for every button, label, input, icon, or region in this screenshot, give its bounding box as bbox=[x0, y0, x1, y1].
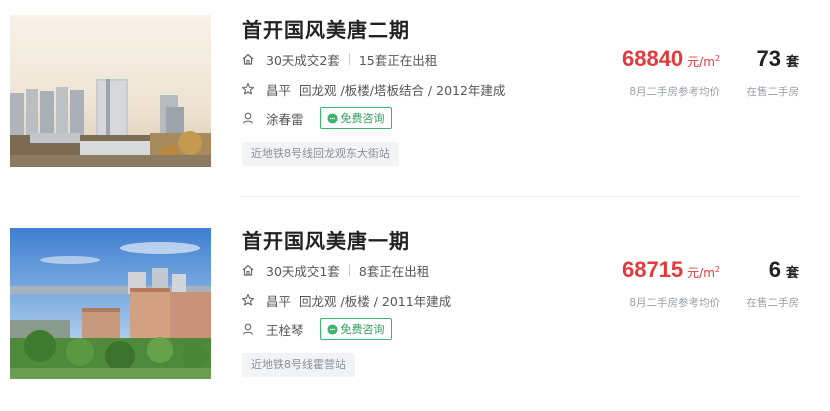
on-sale-count[interactable]: 6 套 bbox=[769, 257, 799, 283]
price-value: 68715 bbox=[621, 257, 684, 282]
average-price: 68840 元/m2 bbox=[622, 46, 720, 72]
count-value: 73 bbox=[756, 46, 781, 71]
count-unit: 套 bbox=[785, 266, 799, 281]
house-icon bbox=[241, 263, 255, 277]
separator bbox=[348, 264, 350, 276]
count-note: 在售二手房 bbox=[746, 86, 800, 98]
district-link[interactable]: 昌平 bbox=[266, 291, 291, 310]
on-sale-count[interactable]: 73 套 bbox=[757, 46, 800, 72]
consult-label: 免费咨询 bbox=[340, 112, 385, 125]
district-link[interactable]: 昌平 bbox=[266, 80, 291, 99]
agent-row: 涂春雷 免费咨询 bbox=[241, 107, 392, 129]
agent-row: 王栓琴 免费咨询 bbox=[241, 318, 392, 340]
price-note: 8月二手房参考均价 bbox=[629, 297, 720, 309]
divider bbox=[240, 196, 800, 197]
agent-name[interactable]: 涂春雷 bbox=[266, 109, 304, 128]
price-value: 68840 bbox=[621, 46, 684, 71]
free-consult-button[interactable]: 免费咨询 bbox=[319, 318, 392, 340]
star-icon bbox=[241, 293, 255, 307]
rentals-text[interactable]: 8套正在出租 bbox=[359, 261, 429, 280]
listing-title[interactable]: 首开国风美唐二期 bbox=[242, 14, 410, 43]
price-unit: 元/m2 bbox=[687, 54, 720, 69]
listing-title[interactable]: 首开国风美唐一期 bbox=[242, 225, 410, 254]
deal-info-row: 30天成交2套 15套正在出租 bbox=[241, 49, 437, 69]
building-attributes: /板楼 / 2011年建成 bbox=[340, 293, 452, 309]
agent-name[interactable]: 王栓琴 bbox=[266, 320, 304, 339]
listing-card[interactable]: 首开国风美唐一期 30天成交1套 8套正在出租 昌平 回龙观 /板楼 / 201… bbox=[0, 211, 830, 411]
rentals-text[interactable]: 15套正在出租 bbox=[359, 50, 437, 69]
average-price: 68715 元/m2 bbox=[622, 257, 720, 283]
building-attributes: /板楼/塔板结合 / 2012年建成 bbox=[340, 82, 506, 98]
deals-text[interactable]: 30天成交2套 bbox=[266, 50, 340, 69]
area-link[interactable]: 回龙观 bbox=[299, 291, 337, 310]
listing-photo[interactable] bbox=[10, 228, 211, 379]
price-unit: 元/m2 bbox=[687, 265, 720, 280]
free-consult-button[interactable]: 免费咨询 bbox=[319, 107, 392, 129]
listing-photo[interactable] bbox=[10, 15, 211, 167]
person-icon bbox=[241, 111, 255, 125]
count-unit: 套 bbox=[785, 55, 799, 70]
star-icon bbox=[241, 82, 255, 96]
deals-text[interactable]: 30天成交1套 bbox=[266, 261, 340, 280]
price-note: 8月二手房参考均价 bbox=[629, 86, 720, 98]
house-icon bbox=[241, 52, 255, 66]
chat-icon bbox=[326, 112, 338, 124]
deal-info-row: 30天成交1套 8套正在出租 bbox=[241, 260, 429, 280]
chat-icon bbox=[326, 323, 338, 335]
consult-label: 免费咨询 bbox=[340, 323, 385, 336]
listing-card[interactable]: 首开国风美唐二期 30天成交2套 15套正在出租 昌平 回龙观 /板楼/塔板结合… bbox=[0, 0, 830, 200]
person-icon bbox=[241, 322, 255, 336]
subway-tag: 近地铁8号线回龙观东大街站 bbox=[242, 142, 399, 166]
count-value: 6 bbox=[768, 257, 781, 282]
area-link[interactable]: 回龙观 bbox=[299, 80, 337, 99]
location-row: 昌平 回龙观 /板楼 / 2011年建成 bbox=[241, 290, 451, 310]
count-note: 在售二手房 bbox=[746, 297, 800, 309]
subway-tag: 近地铁8号线霍营站 bbox=[242, 353, 355, 377]
separator bbox=[348, 53, 350, 65]
location-row: 昌平 回龙观 /板楼/塔板结合 / 2012年建成 bbox=[241, 79, 505, 99]
